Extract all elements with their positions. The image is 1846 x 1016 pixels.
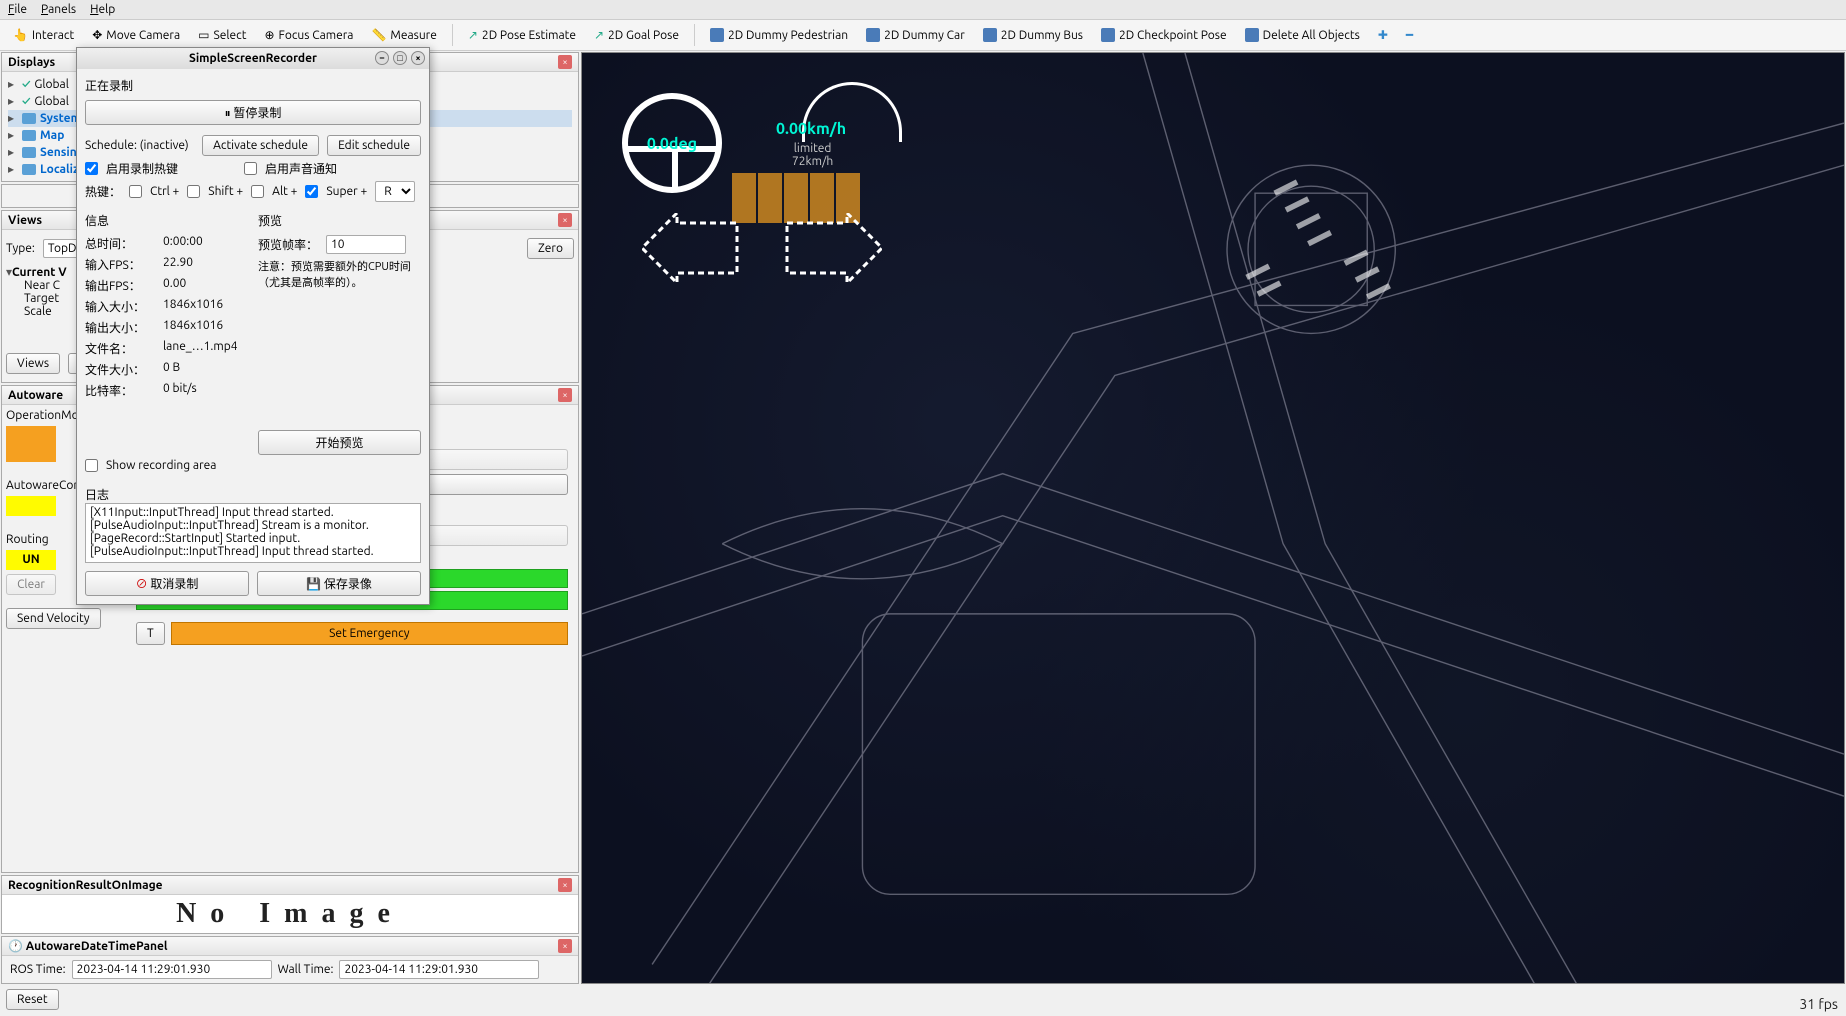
wall-time-field[interactable] xyxy=(339,960,539,979)
clear-button[interactable]: Clear xyxy=(6,574,56,595)
operation-mode-indicator xyxy=(6,426,56,462)
preview-heading: 预览 xyxy=(258,212,421,229)
displays-title: Displays xyxy=(8,56,55,69)
current-view-label: Current V xyxy=(12,266,67,279)
left-arrow-icon xyxy=(642,213,742,283)
menu-panels[interactable]: Panels xyxy=(41,3,76,16)
edit-schedule-button[interactable]: Edit schedule xyxy=(327,135,421,156)
autoware-icon xyxy=(1245,28,1259,42)
speed-value: 0.00km/h xyxy=(776,120,846,138)
autoware-icon xyxy=(983,28,997,42)
dummy-pedestrian-button[interactable]: 2D Dummy Pedestrian xyxy=(703,24,855,46)
focus-camera-button[interactable]: ⊕Focus Camera xyxy=(257,24,360,46)
alt-checkbox[interactable] xyxy=(251,185,264,198)
preview-note: 注意：预览需要额外的CPU时间（尤其是高帧率的）。 xyxy=(258,258,421,290)
measure-button[interactable]: 📏Measure xyxy=(364,24,443,46)
schedule-label: Schedule: (inactive) xyxy=(85,139,194,152)
datetime-panel: 🕐 AutowareDateTimePanel × ROS Time: Wall… xyxy=(1,936,579,984)
2d-pose-estimate-button[interactable]: ↗2D Pose Estimate xyxy=(461,24,583,46)
enable-sound-checkbox[interactable] xyxy=(244,162,257,175)
close-icon[interactable]: × xyxy=(558,878,572,892)
close-icon[interactable]: × xyxy=(558,55,572,69)
steering-wheel-icon: 0.0deg xyxy=(622,93,722,193)
super-checkbox[interactable] xyxy=(305,185,318,198)
3d-viewport[interactable]: 0.0deg 0.00km/h limited72km/h xyxy=(581,52,1845,984)
enable-hotkey-checkbox[interactable] xyxy=(85,162,98,175)
checkpoint-pose-button[interactable]: 2D Checkpoint Pose xyxy=(1094,24,1234,46)
right-arrow-icon xyxy=(782,213,882,283)
minus-button[interactable]: ━ xyxy=(1399,24,1420,46)
show-area-checkbox[interactable] xyxy=(85,459,98,472)
routing-indicator: UN xyxy=(6,550,56,570)
menubar: FFileile Panels Help xyxy=(0,0,1846,20)
delete-all-button[interactable]: Delete All Objects xyxy=(1238,24,1367,46)
close-icon[interactable]: × xyxy=(411,51,425,65)
steering-angle: 0.0deg xyxy=(647,135,697,153)
close-icon[interactable]: × xyxy=(558,213,572,227)
close-icon[interactable]: × xyxy=(558,939,572,953)
log-textarea[interactable]: [X11Input::InputThread] Input thread sta… xyxy=(85,503,421,563)
pause-button[interactable]: ⏸ 暂停录制 xyxy=(85,100,421,125)
menu-help[interactable]: Help xyxy=(90,3,115,16)
maximize-icon[interactable]: □ xyxy=(393,51,407,65)
interact-button[interactable]: 👆Interact xyxy=(6,24,81,46)
autoware-icon xyxy=(1101,28,1115,42)
info-heading: 信息 xyxy=(85,212,248,229)
wall-time-label: Wall Time: xyxy=(278,963,334,976)
autoware-icon xyxy=(710,28,724,42)
recording-status: 正在录制 xyxy=(85,77,421,94)
hotkey-key-select[interactable]: R xyxy=(375,181,415,202)
control-indicator xyxy=(6,496,56,516)
views-title: Views xyxy=(8,214,42,227)
select-button[interactable]: ▭Select xyxy=(191,24,253,46)
recognition-panel: RecognitionResultOnImage × No Image xyxy=(1,875,579,934)
window-titlebar[interactable]: SimpleScreenRecorder – □ × xyxy=(77,48,429,69)
send-velocity-button[interactable]: Send Velocity xyxy=(6,608,101,629)
recognition-title: RecognitionResultOnImage xyxy=(8,879,163,892)
set-emergency-button[interactable]: Set Emergency xyxy=(171,622,568,645)
ros-time-label: ROS Time: xyxy=(10,963,66,976)
fps-label: 31 fps xyxy=(1799,996,1838,1012)
start-preview-button[interactable]: 开始预览 xyxy=(258,430,421,455)
type-label: Type: xyxy=(6,242,35,255)
minimize-icon[interactable]: – xyxy=(375,51,389,65)
shift-checkbox[interactable] xyxy=(187,185,200,198)
dummy-car-button[interactable]: 2D Dummy Car xyxy=(859,24,972,46)
activate-schedule-button[interactable]: Activate schedule xyxy=(202,135,319,156)
autoware-icon xyxy=(866,28,880,42)
recognition-image-placeholder: No Image xyxy=(2,895,578,933)
log-heading: 日志 xyxy=(85,486,421,503)
datetime-title: AutowareDateTimePanel xyxy=(26,940,168,953)
ros-time-field[interactable] xyxy=(72,960,272,979)
2d-goal-pose-button[interactable]: ↗2D Goal Pose xyxy=(587,24,686,46)
ctrl-checkbox[interactable] xyxy=(129,185,142,198)
views-tab[interactable]: Views xyxy=(6,353,60,374)
plus-button[interactable]: ✚ xyxy=(1371,24,1395,46)
reset-button[interactable]: Reset xyxy=(6,989,59,1010)
zero-button[interactable]: Zero xyxy=(527,238,574,259)
save-recording-button[interactable]: 💾 保存录像 xyxy=(257,571,421,596)
t-button[interactable]: T xyxy=(136,622,165,645)
autoware-title: Autoware xyxy=(8,389,63,402)
hud-overlay: 0.0deg 0.00km/h limited72km/h xyxy=(622,93,902,193)
preview-rate-input[interactable] xyxy=(326,235,406,254)
close-icon[interactable]: × xyxy=(558,388,572,402)
dummy-bus-button[interactable]: 2D Dummy Bus xyxy=(976,24,1090,46)
menu-file[interactable]: FFileile xyxy=(8,3,27,16)
screen-recorder-window[interactable]: SimpleScreenRecorder – □ × 正在录制 ⏸ 暂停录制 S… xyxy=(76,47,430,605)
direction-arrows xyxy=(642,213,882,283)
move-camera-button[interactable]: ✥Move Camera xyxy=(85,24,187,46)
cancel-recording-button[interactable]: ⊘ 取消录制 xyxy=(85,571,249,596)
